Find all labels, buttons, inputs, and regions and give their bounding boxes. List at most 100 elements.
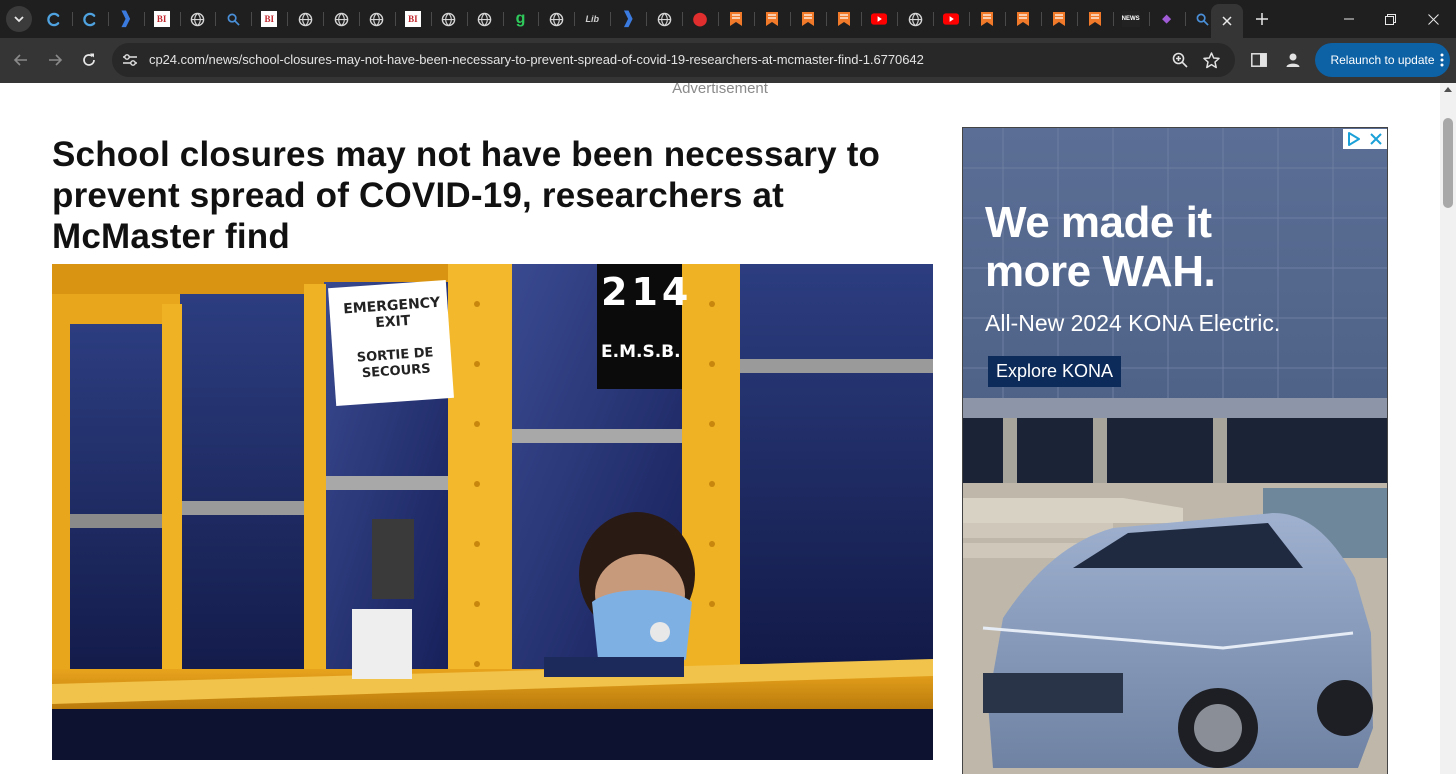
browser-tab[interactable]: Lib [574,0,610,38]
arrow-logo-icon: ❱ [621,10,635,27]
menu-button[interactable] [1435,50,1449,70]
browser-toolbar: cp24.com/news/school-closures-may-not-ha… [0,38,1456,83]
close-icon[interactable] [1222,16,1232,26]
chevron-down-icon [14,15,24,22]
search-icon [1194,11,1210,27]
close-icon [1370,133,1382,145]
window-close-button[interactable] [1410,0,1456,38]
browser-tab[interactable]: ❱ [610,0,646,38]
star-icon [1202,51,1220,68]
restore-icon [1384,13,1396,25]
search-icon [225,11,241,27]
browser-tab[interactable] [753,0,790,38]
browser-tab[interactable] [933,0,969,38]
browser-tab[interactable] [969,0,1005,38]
globe-icon [369,11,385,27]
hero-image[interactable]: EMERGENCY EXIT SORTIE DE SECOURS 214 E.M… [52,264,933,760]
browser-tab[interactable] [1005,0,1041,38]
browser-tab[interactable] [1076,0,1113,38]
browser-tab[interactable] [323,0,359,38]
browser-tab[interactable]: BI [394,0,431,38]
adchoices-button[interactable] [1343,129,1365,149]
emergency-exit-sign: EMERGENCY EXIT SORTIE DE SECOURS [341,295,446,384]
globe-icon [656,11,672,27]
active-tab[interactable] [1211,4,1243,38]
globe-icon [477,11,493,27]
side-advertisement[interactable]: We made it more WAH. All-New 2024 KONA E… [962,127,1388,774]
back-button[interactable] [9,48,33,72]
browser-tab[interactable] [359,0,395,38]
bookmark-star-button[interactable] [1202,51,1220,69]
ad-headline-line-1: We made it [985,198,1212,247]
bookmark-logo-icon [1015,11,1031,27]
zoom-button[interactable] [1171,51,1189,69]
plus-icon [1256,13,1268,25]
tab-search-button[interactable] [6,6,32,32]
browser-tab[interactable] [897,0,933,38]
bi-logo-icon: BI [404,11,421,27]
explore-kona-button[interactable]: Explore KONA [988,356,1122,387]
bi-logo-icon: BI [153,11,170,27]
arrow-logo-icon: ❱ [119,10,133,27]
tune-icon [123,54,137,66]
sky-c-icon [46,11,62,27]
school-bus-photo [52,264,933,760]
zoom-icon [1172,52,1188,68]
browser-tab[interactable] [430,0,467,38]
browser-tab[interactable]: ❱ [107,0,144,38]
browser-tab[interactable] [861,0,897,38]
browser-tab[interactable] [825,0,862,38]
relaunch-button[interactable]: Relaunch to update [1315,43,1450,77]
browser-tab[interactable] [538,0,574,38]
browser-tab[interactable]: NEWS [1112,0,1149,38]
bus-owner: E.M.S.B. [601,342,681,362]
globe-icon [907,11,923,27]
side-panel-button[interactable] [1249,50,1269,70]
profile-button[interactable] [1283,50,1303,70]
minimize-button[interactable] [1326,0,1372,38]
article-headline: School closures may not have been necess… [52,135,881,256]
browser-tab[interactable]: ⬤ [682,0,718,38]
url-text[interactable]: cp24.com/news/school-closures-may-not-ha… [149,52,924,67]
reload-icon [83,53,95,66]
browser-tab[interactable] [466,0,503,38]
minimize-icon [1344,18,1354,20]
bookmark-logo-icon [728,11,744,27]
scroll-up-arrow[interactable] [1444,87,1452,92]
address-bar[interactable]: cp24.com/news/school-closures-may-not-ha… [112,43,1235,77]
browser-tab[interactable] [646,0,682,38]
globe-icon [190,11,206,27]
reload-button[interactable] [77,48,101,72]
browser-tab[interactable] [1040,0,1077,38]
browser-tab[interactable] [179,0,216,38]
ad-headline-line-2: more WAH. [985,247,1216,296]
browser-tab[interactable] [287,0,323,38]
side-panel-icon [1251,53,1267,67]
new-tab-button[interactable] [1250,7,1274,31]
lib-logo-icon: Lib [585,14,600,24]
browser-tab[interactable] [717,0,754,38]
sign-line-1: EMERGENCY EXIT [342,294,441,332]
profile-icon [1286,53,1300,67]
browser-tab[interactable]: BI [251,0,287,38]
close-icon [1427,13,1439,25]
browser-tab[interactable]: ◆ [1148,0,1185,38]
arrow-left-icon [13,54,27,66]
youtube-icon [871,11,888,27]
browser-tab[interactable]: BI [143,0,180,38]
browser-tab[interactable]: g [502,0,539,38]
restore-button[interactable] [1367,0,1413,38]
forward-button[interactable] [43,48,67,72]
page-scrollbar[interactable] [1440,83,1456,774]
browser-tab[interactable] [36,0,72,38]
tab-strip: ❱ BI BI BI g Lib ❱ ⬤ NEWS ◆ [0,0,1456,38]
scrollbar-thumb[interactable] [1443,118,1453,208]
site-info-button[interactable] [121,51,139,69]
bookmark-logo-icon [1087,11,1103,27]
bookmark-logo-icon [836,11,852,27]
globe-icon [333,11,349,27]
browser-tab[interactable] [71,0,108,38]
browser-tab[interactable] [215,0,251,38]
browser-tab[interactable] [789,0,826,38]
ad-close-button[interactable] [1365,129,1387,149]
